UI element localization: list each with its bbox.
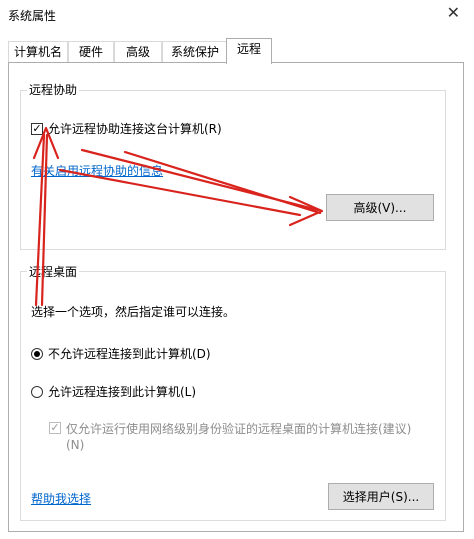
- nla-label-line1: 仅允许运行使用网络级别身份验证的远程桌面的计算机连接(建议): [66, 422, 412, 436]
- remote-assistance-legend: 远程协助: [27, 81, 80, 98]
- option-allow-row[interactable]: 允许远程连接到此计算机(L): [31, 383, 196, 400]
- nla-row: ✓ 仅允许运行使用网络级别身份验证的远程桌面的计算机连接(建议) (N): [49, 421, 411, 453]
- select-users-button[interactable]: 选择用户(S)...: [328, 483, 434, 510]
- title-bar: 系统属性 ✕: [0, 0, 474, 30]
- close-icon[interactable]: ✕: [447, 4, 460, 22]
- option-disallow-label: 不允许远程连接到此计算机(D): [48, 347, 211, 361]
- remote-assistance-info-link[interactable]: 有关启用远程协助的信息: [31, 162, 163, 179]
- tab-panel-remote: 远程协助 ✓ 允许远程协助连接这台计算机(R) 有关启用远程协助的信息 高级(V…: [8, 62, 464, 532]
- allow-remote-assistance-row[interactable]: ✓ 允许远程协助连接这台计算机(R): [31, 120, 222, 137]
- advanced-button[interactable]: 高级(V)...: [326, 194, 434, 221]
- remote-desktop-instruction: 选择一个选项，然后指定谁可以连接。: [31, 305, 236, 319]
- tab-remote[interactable]: 远程: [226, 38, 272, 64]
- nla-checkbox: ✓: [49, 421, 61, 434]
- tab-advanced[interactable]: 高级: [114, 41, 162, 62]
- tab-hardware[interactable]: 硬件: [68, 41, 114, 62]
- option-allow-label: 允许远程连接到此计算机(L): [48, 385, 197, 399]
- tab-computer-name[interactable]: 计算机名: [8, 41, 68, 62]
- tab-system-protection[interactable]: 系统保护: [162, 41, 228, 62]
- window-title: 系统属性: [8, 9, 57, 23]
- help-me-choose-link[interactable]: 帮助我选择: [31, 490, 91, 507]
- remote-desktop-legend: 远程桌面: [27, 263, 80, 280]
- option-allow-radio[interactable]: [31, 385, 43, 398]
- option-disallow-radio[interactable]: [31, 347, 43, 360]
- allow-remote-assistance-checkbox[interactable]: ✓: [31, 122, 43, 135]
- allow-remote-assistance-label: 允许远程协助连接这台计算机(R): [48, 122, 222, 136]
- option-disallow-row[interactable]: 不允许远程连接到此计算机(D): [31, 345, 211, 362]
- nla-label-line2: (N): [66, 438, 85, 452]
